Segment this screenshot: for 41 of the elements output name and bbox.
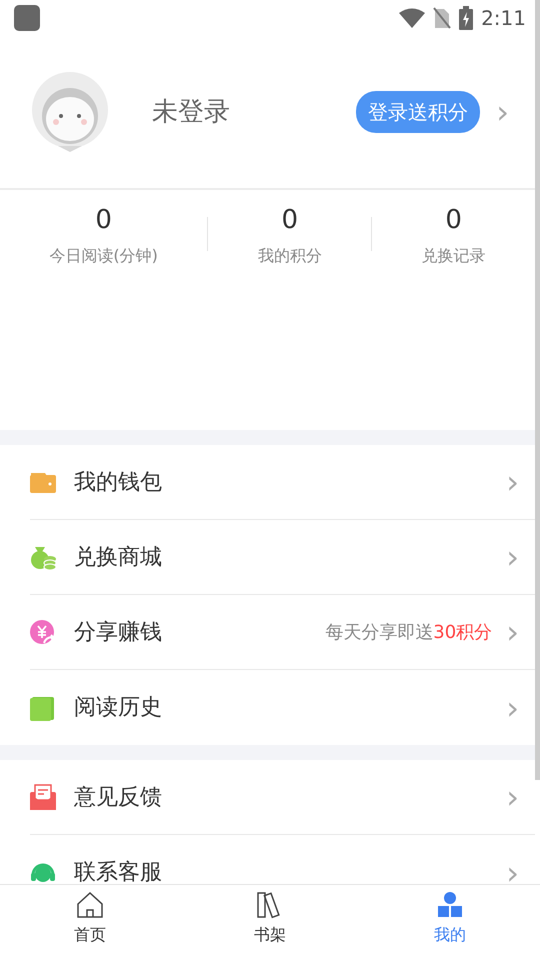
mail-icon xyxy=(30,784,56,810)
share-coin-icon xyxy=(30,619,56,645)
chevron-icon: › xyxy=(506,692,519,724)
menu-item[interactable]: 我的钱包 › xyxy=(30,445,535,520)
book-icon xyxy=(30,694,56,720)
nav-tab[interactable]: 书架 xyxy=(180,885,360,960)
menu-label: 联系客服 xyxy=(74,859,162,884)
stat-label: 兑换记录 xyxy=(422,244,486,266)
chevron-icon: › xyxy=(506,781,519,813)
menu-label: 意见反馈 xyxy=(74,784,162,812)
home-icon xyxy=(76,891,104,919)
nav-tab[interactable]: 首页 xyxy=(0,885,180,960)
no-sim-icon xyxy=(433,7,452,29)
menu-item[interactable]: 分享赚钱 每天分享即送30积分 › xyxy=(30,595,535,670)
menu-item[interactable]: 联系客服 › xyxy=(30,835,535,884)
chevron-icon: › xyxy=(506,616,519,648)
menu-label: 我的钱包 xyxy=(74,468,162,496)
status-time: 2:11 xyxy=(481,5,526,32)
stat-label: 我的积分 xyxy=(258,244,322,266)
stat-value: 0 xyxy=(445,204,462,236)
battery-icon xyxy=(459,6,474,30)
menu-item[interactable]: 兑换商城 › xyxy=(30,520,535,595)
chevron-icon: › xyxy=(506,856,519,884)
menu-item[interactable]: 意见反馈 › xyxy=(30,760,535,835)
menu-note: 每天分享即送30积分 xyxy=(325,620,492,644)
chevron-icon: › xyxy=(496,96,509,128)
menu-label: 兑换商城 xyxy=(74,544,162,572)
stat-value: 0 xyxy=(95,204,112,236)
stat-label: 今日阅读(分钟) xyxy=(49,244,158,266)
chevron-icon: › xyxy=(506,541,519,573)
menu-item[interactable]: 阅读历史 › xyxy=(30,670,535,745)
user-name: 未登录 xyxy=(152,96,230,128)
app-icon xyxy=(14,5,40,31)
menu-label: 阅读历史 xyxy=(74,694,162,722)
user-icon xyxy=(436,891,464,919)
menu-label: 分享赚钱 xyxy=(74,618,162,646)
chevron-icon: › xyxy=(506,466,519,498)
stat-value: 0 xyxy=(281,204,298,236)
nav-tab[interactable]: 我的 xyxy=(360,885,540,960)
wifi-icon xyxy=(399,8,426,28)
money-bag-icon xyxy=(30,544,56,570)
